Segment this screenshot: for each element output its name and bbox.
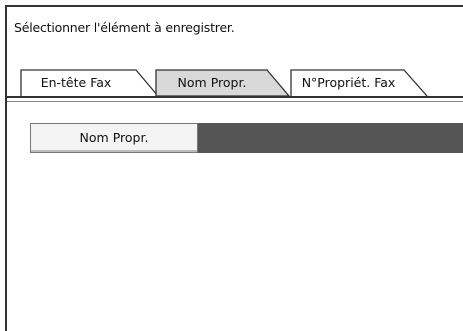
dialog-frame (5, 5, 463, 331)
tab-no-propriet-fax[interactable]: N°Propriét. Fax (290, 69, 435, 97)
tab-divider (7, 96, 463, 98)
tab-divider-shadow (7, 101, 463, 102)
tab-en-tete-fax[interactable]: En-tête Fax (20, 69, 160, 97)
tab-nom-propr[interactable]: Nom Propr. (155, 69, 295, 97)
instruction-text: Sélectionner l'élément à enregistrer. (14, 20, 235, 35)
tab-label: En-tête Fax (40, 75, 112, 90)
tab-label: N°Propriét. Fax (301, 75, 396, 90)
nom-propr-button[interactable]: Nom Propr. (30, 123, 198, 153)
nom-propr-value-field[interactable] (198, 123, 463, 153)
tab-label: Nom Propr. (177, 75, 247, 90)
